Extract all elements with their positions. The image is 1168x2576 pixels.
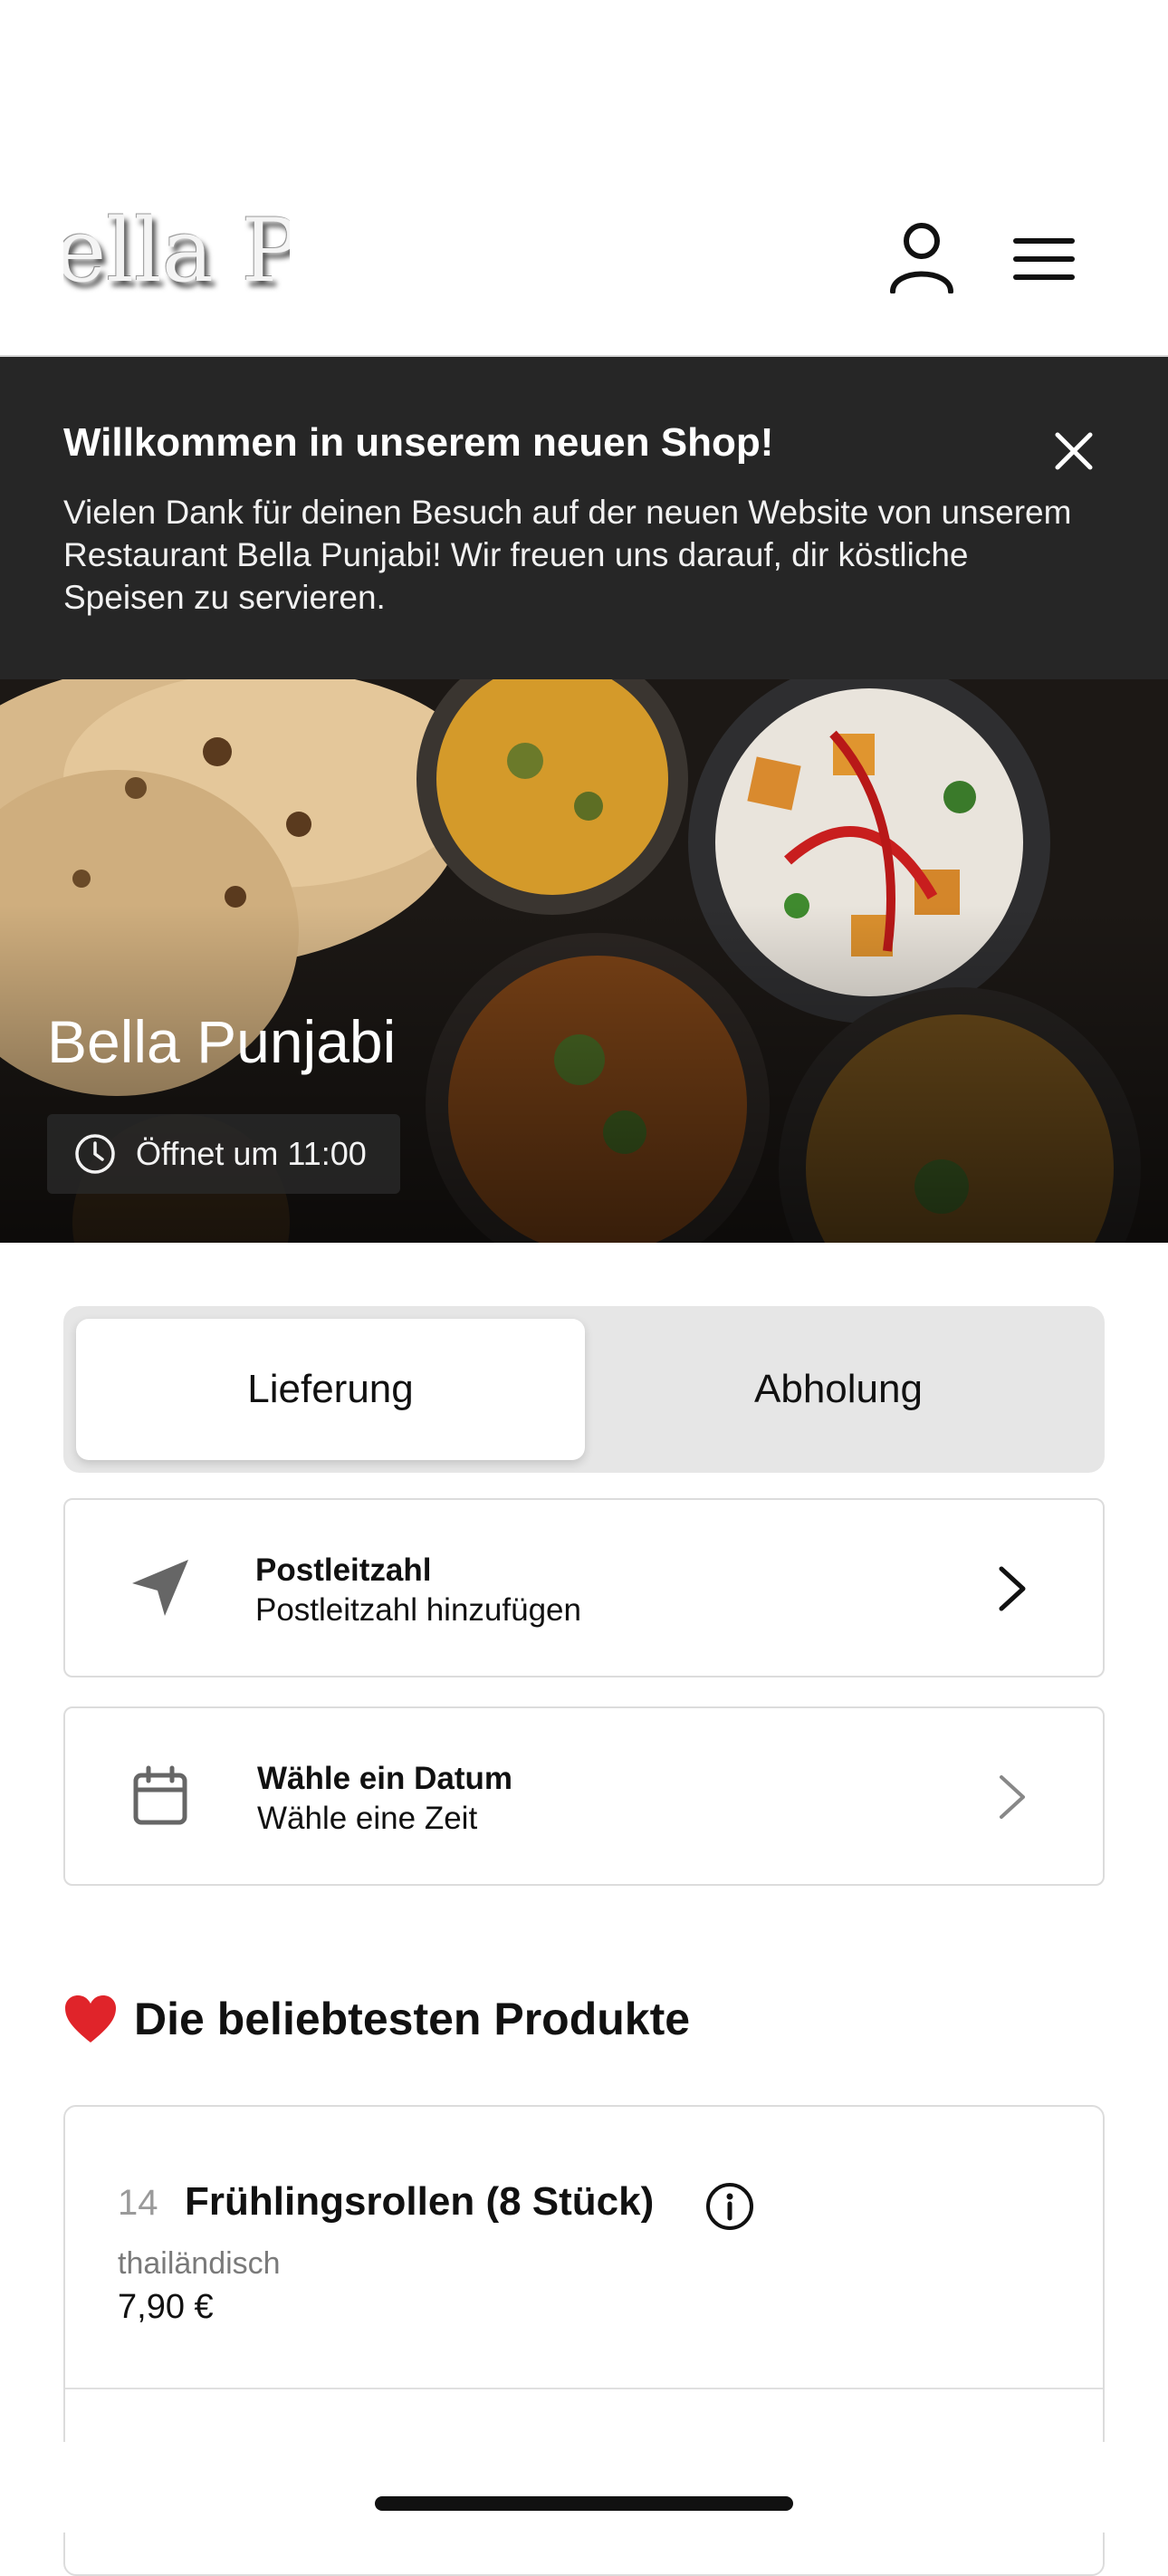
product-category: thailändisch [118, 2246, 281, 2281]
popular-products-title: Die beliebtesten Produkte [134, 1994, 691, 2044]
restaurant-name: Bella Punjabi [47, 1008, 397, 1075]
hero-image: Bella Punjabi Öffnet um 11:00 [0, 679, 1168, 1243]
heart-icon [65, 1995, 116, 2043]
order-mode-toggle: Lieferung Abholung [63, 1306, 1105, 1473]
location-arrow-icon [132, 1560, 188, 1616]
clock-icon [75, 1134, 115, 1174]
delivery-option[interactable]: Lieferung [76, 1319, 585, 1460]
product-number: 14 [118, 2183, 158, 2223]
banner-title: Willkommen in unserem neuen Shop! [63, 420, 774, 465]
opening-status-text: Öffnet um 11:00 [136, 1135, 367, 1172]
banner-text: Vielen Dank für deinen Besuch auf der ne… [63, 494, 1072, 616]
date-time-card[interactable]: Wähle ein Datum Wähle eine Zeit [63, 1706, 1105, 1886]
bottom-safe-area [0, 2442, 1168, 2533]
pickup-option[interactable]: Abholung [584, 1319, 1093, 1460]
product-price: 7,90 € [118, 2288, 214, 2326]
calendar-icon [133, 1765, 187, 1825]
logo-text: Bella Punjabi [63, 201, 290, 301]
product-divider [65, 2388, 1103, 2389]
home-indicator[interactable] [375, 2496, 793, 2511]
chevron-right-icon [999, 1566, 1026, 1611]
popular-products-heading: Die beliebtesten Produkte [63, 1993, 690, 2045]
postcode-title: Postleitzahl [255, 1552, 432, 1588]
info-icon[interactable] [704, 2181, 755, 2232]
app-header: Bella Punjabi [0, 0, 1168, 357]
date-subtitle: Wähle eine Zeit [257, 1801, 478, 1836]
hamburger-menu-icon[interactable] [1012, 235, 1077, 283]
welcome-banner: Willkommen in unserem neuen Shop! Vielen… [0, 357, 1168, 679]
user-account-icon[interactable] [887, 221, 956, 293]
restaurant-logo[interactable]: Bella Punjabi [63, 201, 290, 301]
close-icon[interactable] [1052, 429, 1096, 473]
postcode-card[interactable]: Postleitzahl Postleitzahl hinzufügen [63, 1498, 1105, 1677]
postcode-subtitle: Postleitzahl hinzufügen [255, 1592, 581, 1628]
opening-status-badge: Öffnet um 11:00 [47, 1114, 400, 1194]
date-title: Wähle ein Datum [257, 1761, 512, 1796]
chevron-right-icon [1000, 1775, 1025, 1819]
product-name: Frühlingsrollen (8 Stück) [185, 2179, 655, 2224]
